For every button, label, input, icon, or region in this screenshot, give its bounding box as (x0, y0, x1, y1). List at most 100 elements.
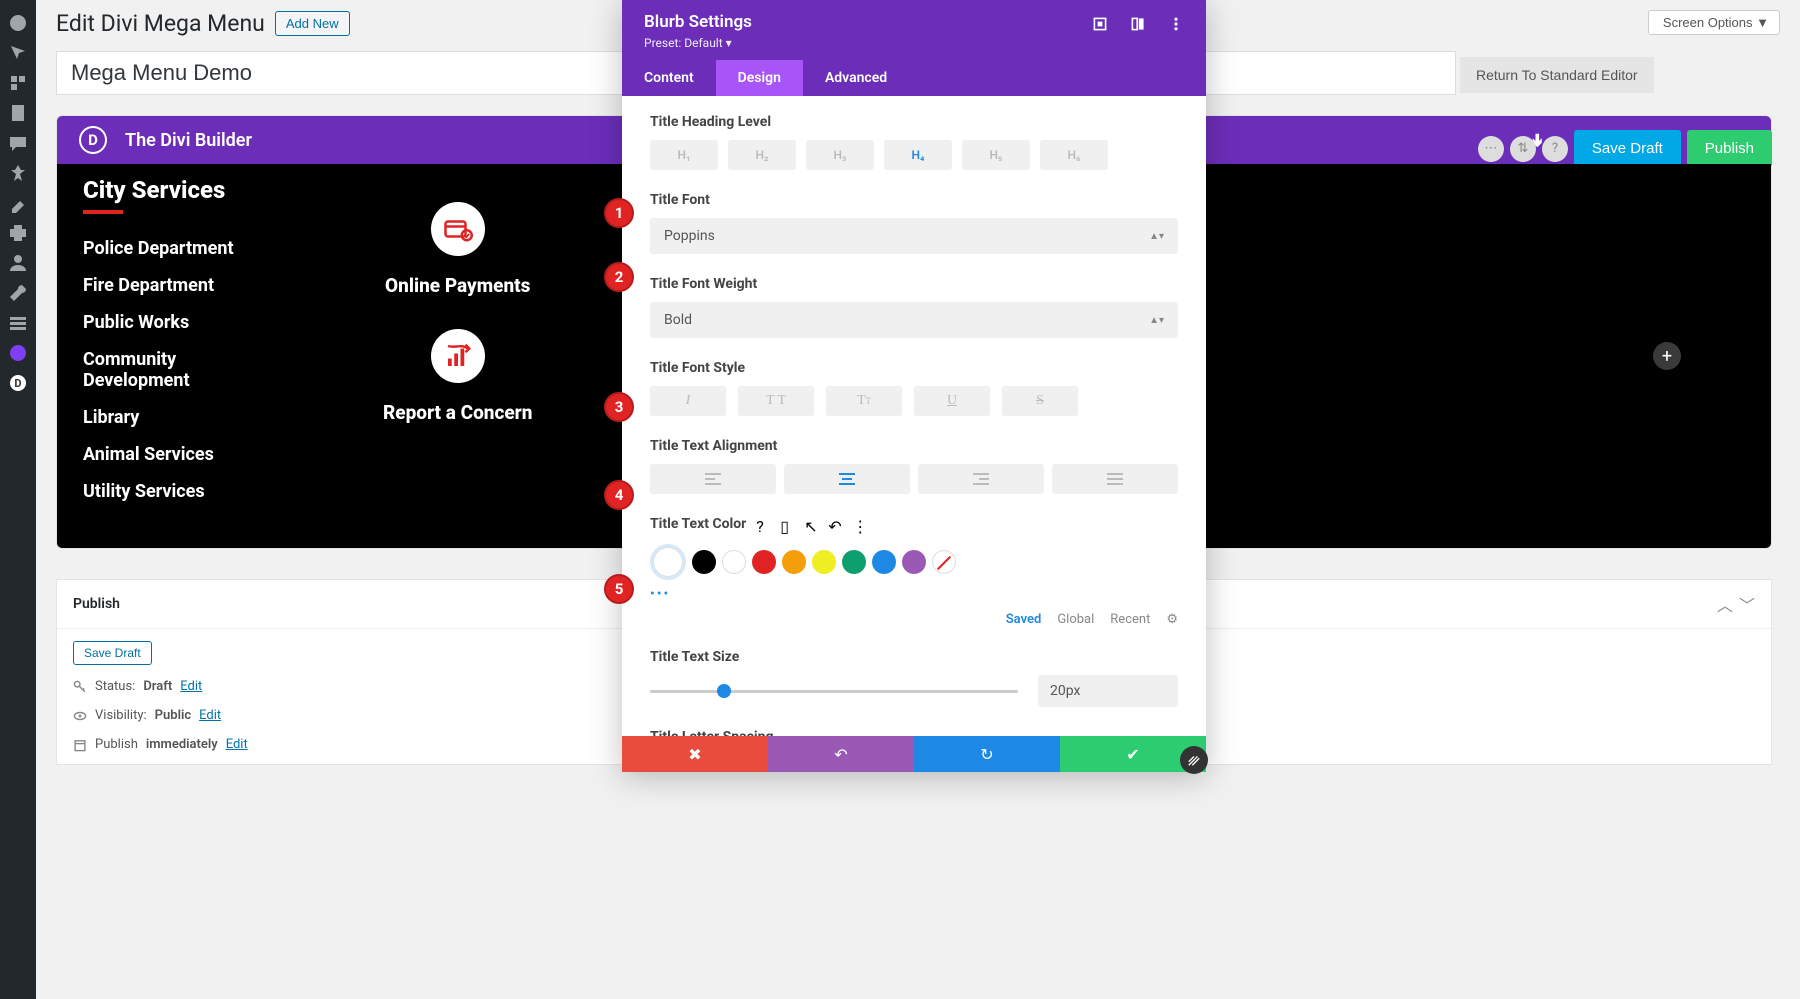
list-item[interactable]: Public Works (83, 312, 263, 333)
step-badge-2: 2 (604, 262, 634, 292)
swatch-transparent[interactable] (932, 550, 956, 574)
align-right-button[interactable] (918, 464, 1044, 494)
list-item[interactable]: Community Development (83, 349, 263, 391)
list-item[interactable]: Police Department (83, 238, 263, 259)
h3-button[interactable]: H₃ (806, 140, 874, 170)
publish-button[interactable]: Publish (1687, 130, 1772, 167)
dashboard-icon[interactable] (0, 8, 36, 38)
swatch-red[interactable] (752, 550, 776, 574)
more-swatches-button[interactable]: ••• (650, 586, 1178, 602)
blurb-report-concern[interactable]: Report a Concern (383, 329, 532, 424)
list-item[interactable]: Animal Services (83, 444, 263, 465)
title-weight-select[interactable]: Bold ▲▾ (650, 302, 1178, 338)
settings-icon[interactable] (0, 308, 36, 338)
status-value: Draft (143, 679, 172, 694)
title-size-slider[interactable] (650, 690, 1018, 693)
responsive-icon[interactable]: ▯ (780, 517, 794, 531)
portability-icon[interactable]: ⇅ (1510, 136, 1536, 162)
swatch-orange[interactable] (782, 550, 806, 574)
blurb-online-payments[interactable]: Online Payments (383, 202, 532, 297)
align-center-button[interactable] (784, 464, 910, 494)
edit-publish-link[interactable]: Edit (226, 737, 248, 752)
add-module-button[interactable]: + (1653, 342, 1681, 370)
list-item[interactable]: Library (83, 407, 263, 428)
step-badge-1: 1 (604, 198, 634, 228)
color-swatches (650, 544, 1178, 580)
add-new-button[interactable]: Add New (275, 11, 350, 36)
preview-link-list: Police Department Fire Department Public… (83, 238, 263, 502)
cancel-button[interactable]: ✖ (622, 736, 768, 772)
edit-visibility-link[interactable]: Edit (199, 708, 221, 723)
help-icon[interactable]: ? (756, 517, 770, 531)
align-justify-button[interactable] (1052, 464, 1178, 494)
save-draft-button[interactable]: Save Draft (1574, 130, 1681, 167)
snap-icon[interactable] (1130, 16, 1146, 32)
h2-button[interactable]: H₂ (728, 140, 796, 170)
align-left-button[interactable] (650, 464, 776, 494)
blurb-label: Report a Concern (383, 401, 532, 424)
list-item[interactable]: Utility Services (83, 481, 263, 502)
tab-design[interactable]: Design (716, 60, 803, 96)
title-size-value[interactable]: 20px (1038, 675, 1178, 707)
save-draft-small-button[interactable]: Save Draft (73, 641, 152, 665)
letter-spacing-label: Title Letter Spacing (650, 729, 1178, 736)
more-icon[interactable]: ⋮ (852, 517, 866, 531)
title-font-select[interactable]: Poppins ▲▾ (650, 218, 1178, 254)
help-icon[interactable]: ⋯ (1478, 136, 1504, 162)
users-icon[interactable] (0, 248, 36, 278)
media-icon[interactable] (0, 68, 36, 98)
tab-content[interactable]: Content (622, 60, 716, 96)
swatch-tab-global[interactable]: Global (1057, 612, 1094, 627)
redo-button[interactable]: ↻ (914, 736, 1060, 772)
swatch-purple[interactable] (902, 550, 926, 574)
strikethrough-button[interactable]: S (1002, 386, 1078, 416)
gear-icon[interactable]: ⚙ (1166, 612, 1178, 627)
publish-label: Publish (95, 737, 138, 752)
pin-icon[interactable] (0, 158, 36, 188)
divi-d-icon[interactable]: D (0, 368, 36, 398)
wp-admin-sidebar: D (0, 0, 36, 999)
reset-icon[interactable]: ↶ (828, 517, 842, 531)
h5-button[interactable]: H₅ (962, 140, 1030, 170)
swatch-tab-recent[interactable]: Recent (1110, 612, 1150, 627)
comments-icon[interactable] (0, 128, 36, 158)
divi-icon[interactable] (0, 338, 36, 368)
swatch-white[interactable] (722, 550, 746, 574)
h6-button[interactable]: H₆ (1040, 140, 1108, 170)
list-item[interactable]: Fire Department (83, 275, 263, 296)
italic-button[interactable]: I (650, 386, 726, 416)
expand-icon[interactable] (1092, 16, 1108, 32)
h4-button[interactable]: H₄ (884, 140, 952, 170)
posts-icon[interactable] (0, 38, 36, 68)
more-vertical-icon[interactable] (1168, 16, 1184, 32)
appearance-icon[interactable] (0, 188, 36, 218)
question-icon[interactable]: ? (1542, 136, 1568, 162)
tab-advanced[interactable]: Advanced (803, 60, 909, 96)
h1-button[interactable]: H₁ (650, 140, 718, 170)
swatch-yellow[interactable] (812, 550, 836, 574)
swatch-blue[interactable] (872, 550, 896, 574)
hover-icon[interactable]: ↖ (804, 517, 818, 531)
swatch-black[interactable] (692, 550, 716, 574)
uppercase-button[interactable]: T T (738, 386, 814, 416)
underline-button[interactable]: U (914, 386, 990, 416)
pages-icon[interactable] (0, 98, 36, 128)
tools-icon[interactable] (0, 278, 36, 308)
chevron-down-icon[interactable]: ﹀ (1739, 592, 1755, 616)
edit-status-link[interactable]: Edit (180, 679, 202, 694)
chevron-up-icon[interactable]: ︿ (1717, 592, 1733, 616)
screen-options-button[interactable]: Screen Options ▼ (1648, 10, 1780, 35)
undo-button[interactable]: ↶ (768, 736, 914, 772)
title-color-label: Title Text Color (650, 516, 746, 532)
preset-label[interactable]: Preset: Default ▾ (644, 36, 752, 50)
swatch-tab-saved[interactable]: Saved (1006, 612, 1042, 627)
smallcaps-button[interactable]: TT (826, 386, 902, 416)
title-align-label: Title Text Alignment (650, 438, 1178, 454)
return-to-standard-editor-button[interactable]: Return To Standard Editor (1460, 57, 1654, 93)
swatch-teal[interactable] (842, 550, 866, 574)
step-badge-3: 3 (604, 392, 634, 422)
modal-title: Blurb Settings (644, 12, 752, 32)
resize-handle[interactable] (1180, 746, 1208, 774)
swatch-white-selected[interactable] (650, 544, 686, 580)
plugins-icon[interactable] (0, 218, 36, 248)
